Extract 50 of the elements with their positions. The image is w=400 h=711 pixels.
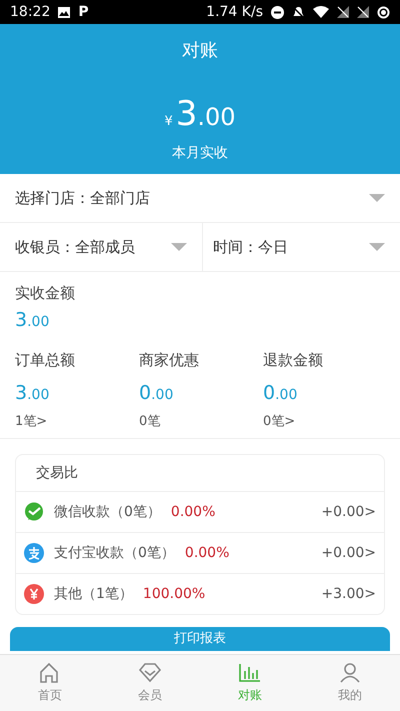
- card-title: 交易比: [16, 455, 384, 492]
- bar-chart-icon: [238, 662, 262, 684]
- payment-row[interactable]: 支付宝收款（0笔） 0.00% +0.00>: [16, 533, 384, 574]
- dropdown-caret-icon: [369, 194, 385, 202]
- order-count-link[interactable]: 1笔>: [15, 412, 48, 430]
- stat-label: 商家优惠: [139, 351, 199, 370]
- payment-amount: +0.00>: [321, 504, 376, 520]
- filter-dropdown[interactable]: 选择门店：全部门店: [15, 174, 385, 222]
- payment-name: 支付宝收款（0笔）: [54, 544, 175, 562]
- person-icon: [338, 662, 362, 684]
- do-not-disturb-icon: [271, 6, 284, 18]
- status-time: 18:22: [10, 4, 50, 20]
- yuan-coin-icon: [24, 584, 44, 604]
- stat-label: 实收金额: [15, 284, 76, 303]
- battery-saver-icon: [377, 6, 390, 18]
- page-title: 对账: [182, 39, 218, 62]
- image-icon: [58, 6, 70, 18]
- payment-percent: 0.00%: [184, 545, 230, 561]
- wechat-bubble-icon: [24, 502, 44, 522]
- stat-value: 0.00: [263, 382, 298, 404]
- stat-value: 0.00: [139, 382, 174, 404]
- no-signal-icon: [337, 6, 349, 18]
- order-count-link[interactable]: 0笔>: [263, 412, 296, 430]
- filter-dropdown[interactable]: 时间：今日: [213, 223, 385, 271]
- muted-bell-icon: [292, 6, 305, 18]
- no-signal-icon: [357, 6, 369, 18]
- payment-percent: 100.00%: [142, 586, 206, 602]
- payment-amount: +0.00>: [321, 545, 376, 561]
- dropdown-caret-icon: [171, 243, 187, 251]
- stat-value: 3.00: [15, 309, 50, 331]
- dropdown-caret-icon: [369, 243, 385, 251]
- stat-label: 订单总额: [15, 351, 75, 370]
- payment-percent: 0.00%: [170, 504, 216, 520]
- stat-label: 退款金额: [263, 351, 323, 370]
- payment-name: 其他（1笔）: [54, 585, 133, 603]
- total-amount: 3.00: [176, 94, 236, 134]
- diamond-icon: [138, 662, 162, 684]
- filter-dropdown[interactable]: 收银员：全部成员: [15, 223, 187, 271]
- amount-caption: 本月实收: [172, 144, 228, 162]
- wifi-icon: [313, 6, 329, 18]
- order-count-link[interactable]: 0笔: [139, 412, 160, 430]
- payment-amount: +3.00>: [321, 586, 376, 602]
- payment-name: 微信收款（0笔）: [54, 503, 161, 521]
- currency-symbol: ¥: [164, 114, 173, 129]
- notification-letter: P: [78, 4, 89, 20]
- payment-row[interactable]: 其他（1笔） 100.00% +3.00>: [16, 574, 384, 614]
- payment-row[interactable]: 微信收款（0笔） 0.00% +0.00>: [16, 492, 384, 533]
- alipay-icon: [24, 543, 44, 563]
- stat-value: 3.00: [15, 382, 50, 404]
- network-speed: 1.74 K/s: [206, 4, 263, 20]
